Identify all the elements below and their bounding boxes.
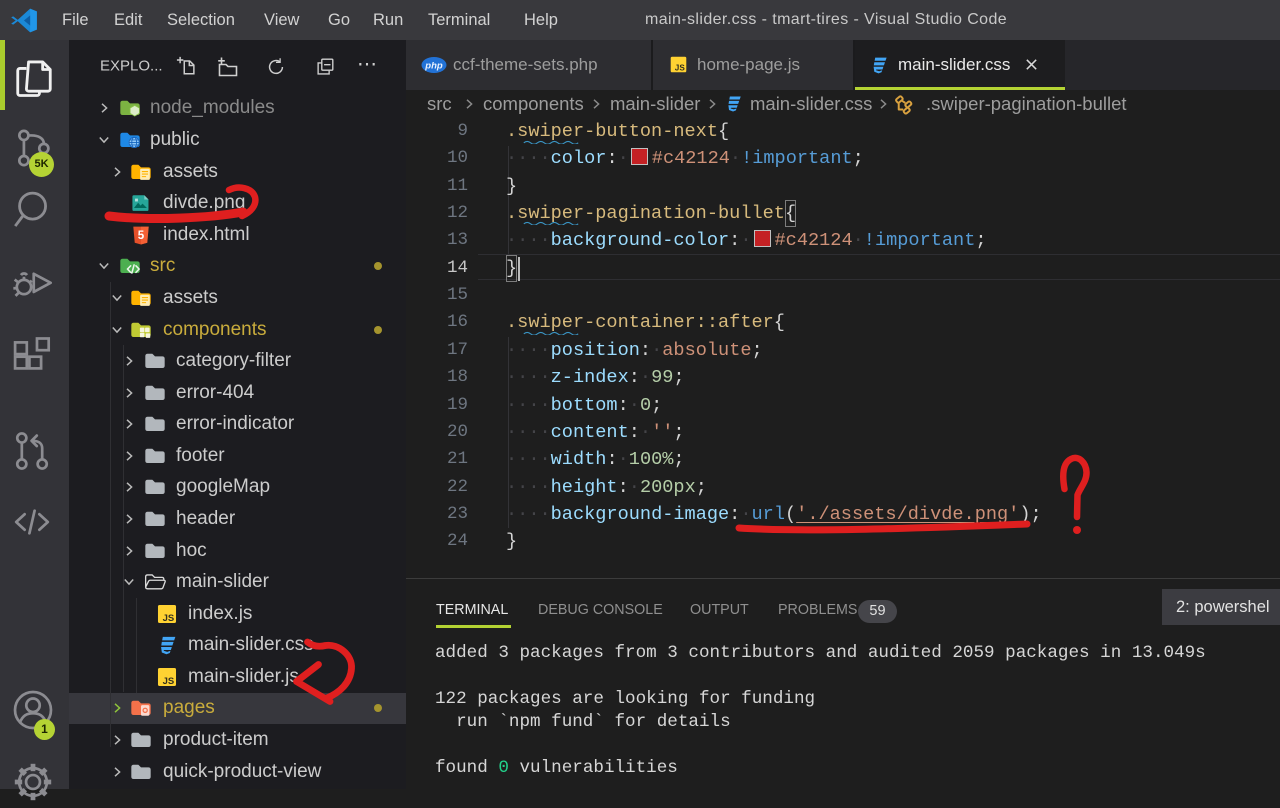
svg-text:php: php xyxy=(424,61,443,72)
